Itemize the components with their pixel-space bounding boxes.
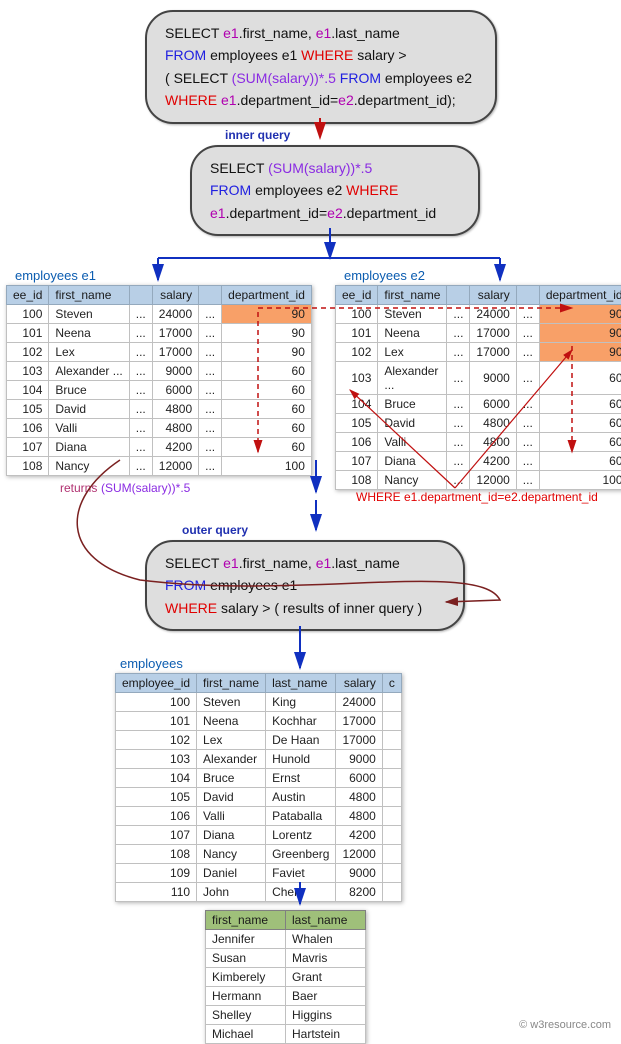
table-e1-grid: ee_idfirst_namesalarydepartment_id100Ste… [6, 285, 312, 476]
code-line: SELECT e1.first_name, e1.last_name [165, 552, 445, 574]
table-row: JenniferWhalen [206, 930, 366, 949]
table-employees: employee_idfirst_namelast_namesalaryc100… [115, 673, 402, 902]
inner-query-box: SELECT (SUM(salary))*.5 FROM employees e… [190, 145, 480, 236]
table-row: 109DanielFaviet9000 [116, 864, 402, 883]
table-row: KimberelyGrant [206, 968, 366, 987]
outer-query-label: outer query [182, 523, 248, 537]
table-e2: ee_idfirst_namesalarydepartment_id100Ste… [335, 285, 621, 490]
table-row: HermannBaer [206, 987, 366, 1006]
table-row: 104BruceErnst6000 [116, 769, 402, 788]
table-row: 107DianaLorentz4200 [116, 826, 402, 845]
table-row: 101NeenaKochhar17000 [116, 712, 402, 731]
table-row: 110JohnChen8200 [116, 883, 402, 902]
inner-query-label: inner query [225, 128, 290, 142]
table-row: 103Alexander ......9000...60 [7, 362, 312, 381]
table-row: 108Nancy...12000...100 [7, 457, 312, 476]
table-result: first_namelast_nameJenniferWhalenSusanMa… [205, 910, 366, 1044]
table-employees-grid: employee_idfirst_namelast_namesalaryc100… [115, 673, 402, 902]
table-row: 106ValliPataballa4800 [116, 807, 402, 826]
table-employees-title: employees [120, 656, 183, 671]
code-line: FROM employees e1 [165, 574, 445, 596]
table-row: 103Alexander ......9000...60 [336, 362, 621, 395]
table-e2-title: employees e2 [344, 268, 425, 283]
footer-credit: © w3resource.com [519, 1019, 611, 1031]
table-row: 101Neena...17000...90 [336, 324, 621, 343]
table-row: 102LexDe Haan17000 [116, 731, 402, 750]
table-row: 107Diana...4200...60 [7, 438, 312, 457]
code-line: e1.department_id=e2.department_id [210, 202, 460, 224]
code-line: ( SELECT (SUM(salary))*.5 FROM employees… [165, 67, 477, 89]
code-line: WHERE salary > ( results of inner query … [165, 597, 445, 619]
table-row: 100StevenKing24000 [116, 693, 402, 712]
main-query-box: SELECT e1.first_name, e1.last_name FROM … [145, 10, 497, 124]
code-line: FROM employees e2 WHERE [210, 179, 460, 201]
table-row: 101Neena...17000...90 [7, 324, 312, 343]
table-row: 103AlexanderHunold9000 [116, 750, 402, 769]
code-line: FROM employees e1 WHERE salary > [165, 44, 477, 66]
table-row: 105David...4800...60 [336, 414, 621, 433]
table-row: 106Valli...4800...60 [7, 419, 312, 438]
where-condition-note: WHERE e1.department_id=e2.department_id [356, 490, 598, 504]
outer-query-box: SELECT e1.first_name, e1.last_name FROM … [145, 540, 465, 631]
table-row: ShelleyHiggins [206, 1006, 366, 1025]
table-row: MichaelHartstein [206, 1025, 366, 1044]
table-row: 102Lex...17000...90 [7, 343, 312, 362]
table-row: 100Steven...24000...90 [336, 305, 621, 324]
table-e2-grid: ee_idfirst_namesalarydepartment_id100Ste… [335, 285, 621, 490]
code-line: SELECT e1.first_name, e1.last_name [165, 22, 477, 44]
table-row: 105David...4800...60 [7, 400, 312, 419]
code-line: WHERE e1.department_id=e2.department_id)… [165, 89, 477, 111]
table-row: 102Lex...17000...90 [336, 343, 621, 362]
table-row: 104Bruce...6000...60 [336, 395, 621, 414]
table-row: 106Valli...4800...60 [336, 433, 621, 452]
table-result-grid: first_namelast_nameJenniferWhalenSusanMa… [205, 910, 366, 1044]
table-row: 107Diana...4200...60 [336, 452, 621, 471]
table-row: 105DavidAustin4800 [116, 788, 402, 807]
table-row: 104Bruce...6000...60 [7, 381, 312, 400]
table-row: 108Nancy...12000...100 [336, 471, 621, 490]
table-row: SusanMavris [206, 949, 366, 968]
table-e1-title: employees e1 [15, 268, 96, 283]
returns-note: returns (SUM(salary))*.5 [60, 480, 190, 495]
table-row: 108NancyGreenberg12000 [116, 845, 402, 864]
table-e1: ee_idfirst_namesalarydepartment_id100Ste… [6, 285, 312, 476]
table-row: 100Steven...24000...90 [7, 305, 312, 324]
code-line: SELECT (SUM(salary))*.5 [210, 157, 460, 179]
